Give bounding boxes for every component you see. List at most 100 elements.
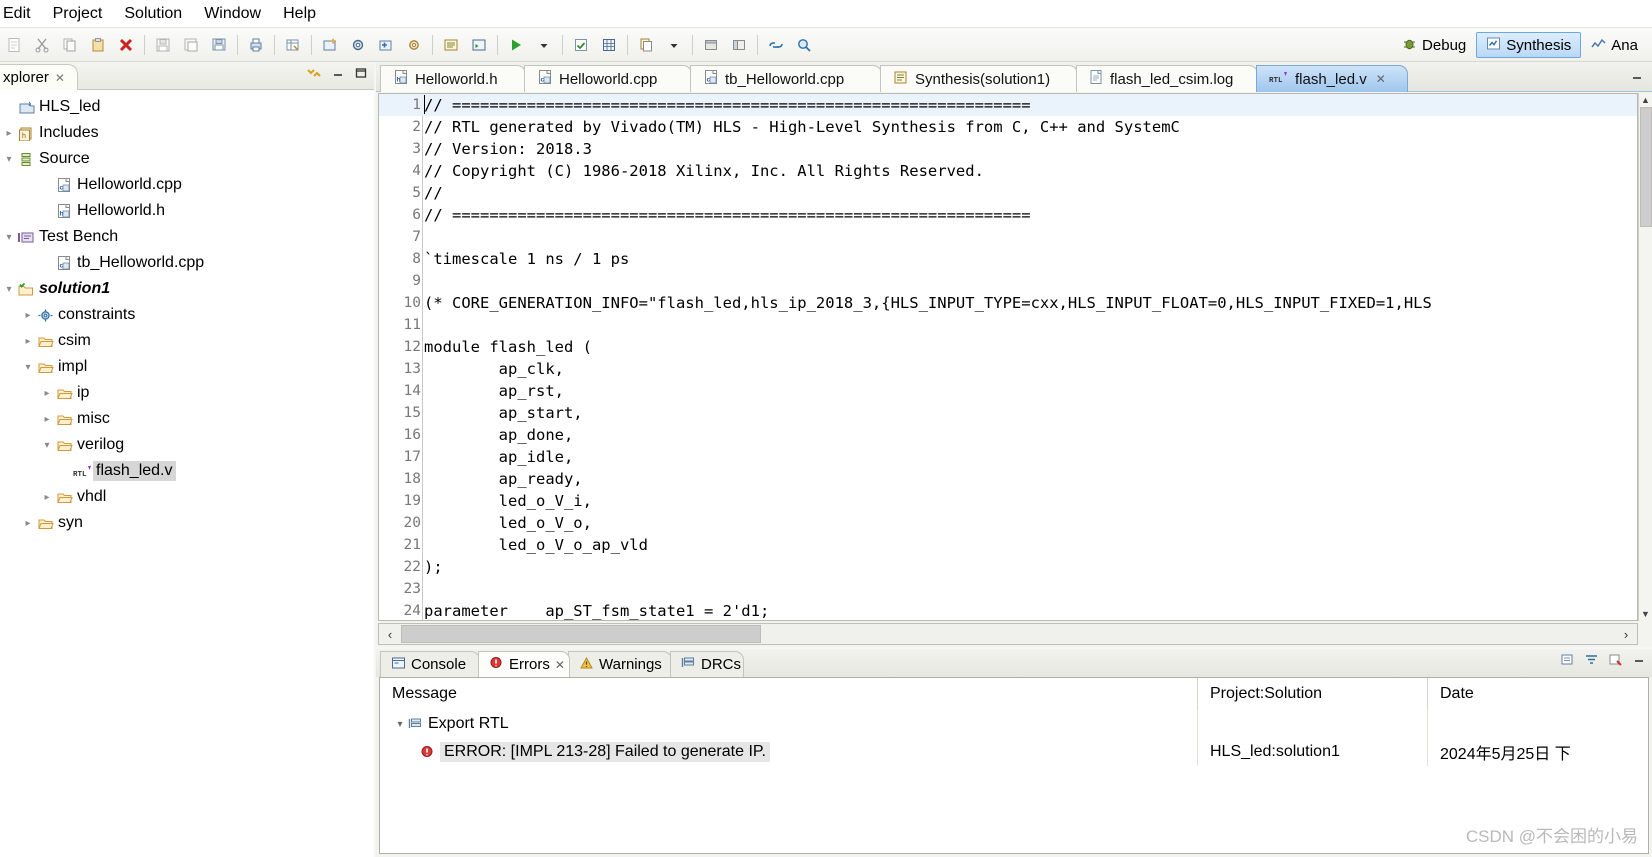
column-header-project-solution[interactable]: Project:Solution xyxy=(1198,678,1428,710)
save-all-icon[interactable] xyxy=(207,33,231,57)
chevron-right-icon[interactable]: ▸ xyxy=(21,518,35,529)
perspective-synthesis-button[interactable]: Synthesis xyxy=(1476,32,1582,58)
minimize-icon[interactable] xyxy=(1632,654,1646,669)
menu-item-edit[interactable]: Edit xyxy=(0,2,42,26)
cut-icon[interactable] xyxy=(30,33,54,57)
filter-icon[interactable] xyxy=(1584,653,1599,669)
perspective-analysis-button[interactable]: Ana xyxy=(1581,32,1648,58)
bottom-tab-console[interactable]: Console xyxy=(380,651,480,677)
close-icon[interactable]: ✕ xyxy=(55,71,65,85)
report-icon[interactable] xyxy=(439,33,463,57)
column-header-message[interactable]: Message xyxy=(380,678,1198,710)
save-icon[interactable] xyxy=(151,33,175,57)
window2-icon[interactable] xyxy=(727,33,751,57)
run-dropdown-icon[interactable] xyxy=(532,33,556,57)
tree-item-csim[interactable]: ▸ csim xyxy=(0,328,374,354)
editor-tab-synthesis-solution1-[interactable]: Synthesis(solution1) xyxy=(880,65,1078,92)
tree-item-impl[interactable]: ▾ impl xyxy=(0,354,374,380)
close-icon[interactable]: ✕ xyxy=(555,658,565,672)
delete-icon[interactable] xyxy=(114,33,138,57)
tree-item-syn[interactable]: ▸ syn xyxy=(0,510,374,536)
menu-item-solution[interactable]: Solution xyxy=(113,2,193,26)
collapse-all-icon[interactable] xyxy=(306,66,322,82)
column-header-date[interactable]: Date xyxy=(1428,678,1648,710)
minimize-icon[interactable] xyxy=(331,67,345,81)
editor-tab-flash-led-csim-log[interactable]: flash_led_csim.log xyxy=(1076,65,1258,92)
tree-item-constraints[interactable]: ▸ constraints xyxy=(0,302,374,328)
console-icon[interactable] xyxy=(467,33,491,57)
bottom-tab-errors[interactable]: Errors ✕ xyxy=(478,651,570,677)
scroll-right-button[interactable]: › xyxy=(1615,624,1637,644)
editor-vertical-scrollbar[interactable]: ▲ ▼ xyxy=(1638,93,1652,621)
run-c-simulation-icon[interactable] xyxy=(504,33,528,57)
menu-item-project[interactable]: Project xyxy=(42,2,114,26)
tree-item-hls-led[interactable]: HLS_led xyxy=(0,94,374,120)
vscroll-track[interactable] xyxy=(1639,107,1652,607)
chevron-down-icon[interactable]: ▾ xyxy=(2,232,16,243)
tree-item-ip[interactable]: ▸ ip xyxy=(0,380,374,406)
chevron-down-icon[interactable]: ▾ xyxy=(2,284,16,295)
save-as-icon[interactable] xyxy=(179,33,203,57)
tree-item-helloworld-h[interactable]: h Helloworld.h xyxy=(0,198,374,224)
errors-error-row[interactable]: ERROR: [IMPL 213-28] Failed to generate … xyxy=(380,738,1648,766)
bottom-tab-warnings[interactable]: Warnings xyxy=(568,651,672,677)
grid-icon[interactable] xyxy=(597,33,621,57)
tree-item-flash-led-v[interactable]: RTL flash_led.v xyxy=(0,458,374,484)
maximize-icon[interactable] xyxy=(354,67,368,81)
editor-horizontal-scrollbar[interactable]: ‹ › xyxy=(378,623,1638,645)
perspective-debug-button[interactable]: Debug xyxy=(1392,32,1476,58)
chevron-right-icon[interactable]: ▸ xyxy=(2,128,16,139)
settings-gear-icon[interactable] xyxy=(346,33,370,57)
menu-item-help[interactable]: Help xyxy=(272,2,327,26)
paste-icon[interactable] xyxy=(86,33,110,57)
check-icon[interactable] xyxy=(569,33,593,57)
tree-item-test-bench[interactable]: ▾ Test Bench xyxy=(0,224,374,250)
tree-item-misc[interactable]: ▸ misc xyxy=(0,406,374,432)
add-solution-icon[interactable] xyxy=(374,33,398,57)
chevron-down-icon[interactable]: ▾ xyxy=(2,154,16,165)
editor-minimize-icon[interactable] xyxy=(1630,71,1644,85)
hscroll-track[interactable] xyxy=(761,624,1615,644)
code-view[interactable]: 1// ====================================… xyxy=(378,93,1638,621)
chevron-right-icon[interactable]: ▸ xyxy=(40,388,54,399)
chevron-down-icon[interactable]: ▾ xyxy=(392,719,408,730)
chevron-right-icon[interactable]: ▸ xyxy=(21,310,35,321)
solution-settings-icon[interactable] xyxy=(402,33,426,57)
chevron-right-icon[interactable]: ▸ xyxy=(40,414,54,425)
chevron-down-icon[interactable]: ▾ xyxy=(40,440,54,451)
copy-dropdown-icon[interactable] xyxy=(662,33,686,57)
copy-icon[interactable] xyxy=(58,33,82,57)
tree-item-includes[interactable]: ▸ h Includes xyxy=(0,120,374,146)
copy-config-icon[interactable] xyxy=(634,33,658,57)
hscroll-thumb[interactable] xyxy=(401,625,761,643)
new-icon[interactable] xyxy=(2,33,26,57)
scroll-down-button[interactable]: ▼ xyxy=(1639,607,1652,621)
link-icon[interactable] xyxy=(764,33,788,57)
vscroll-thumb[interactable] xyxy=(1639,107,1652,227)
scroll-up-button[interactable]: ▲ xyxy=(1639,93,1652,107)
menu-item-window[interactable]: Window xyxy=(193,2,272,26)
editor-tab-helloworld-cpp[interactable]: c Helloworld.cpp xyxy=(524,65,692,92)
search-icon[interactable] xyxy=(792,33,816,57)
editor-tab-helloworld-h[interactable]: h Helloworld.h xyxy=(380,65,526,92)
chevron-down-icon[interactable]: ▾ xyxy=(21,362,35,373)
project-tree[interactable]: HLS_led ▸ h Includes ▾ Source c Helloworld.cpp h… xyxy=(0,90,374,857)
table-icon[interactable] xyxy=(281,33,305,57)
window-icon[interactable] xyxy=(699,33,723,57)
errors-group-row[interactable]: ▾ Export RTL xyxy=(380,710,1648,738)
tree-item-vhdl[interactable]: ▸ vhdl xyxy=(0,484,374,510)
chevron-right-icon[interactable]: ▸ xyxy=(21,336,35,347)
close-icon[interactable]: ✕ xyxy=(1376,72,1386,86)
tree-item-tb-helloworld-cpp[interactable]: c tb_Helloworld.cpp xyxy=(0,250,374,276)
print-icon[interactable] xyxy=(244,33,268,57)
tree-item-helloworld-cpp[interactable]: c Helloworld.cpp xyxy=(0,172,374,198)
tree-item-verilog[interactable]: ▾ verilog xyxy=(0,432,374,458)
explorer-tab[interactable]: xplorer ✕ xyxy=(0,64,78,90)
editor-tab-tb-helloworld-cpp[interactable]: c tb_Helloworld.cpp xyxy=(690,65,882,92)
new-project-icon[interactable] xyxy=(318,33,342,57)
tree-item-solution1[interactable]: ▾ solution1 xyxy=(0,276,374,302)
export-icon[interactable] xyxy=(1560,653,1575,669)
tree-item-source[interactable]: ▾ Source xyxy=(0,146,374,172)
chevron-right-icon[interactable]: ▸ xyxy=(40,492,54,503)
clear-icon[interactable] xyxy=(1608,653,1623,669)
